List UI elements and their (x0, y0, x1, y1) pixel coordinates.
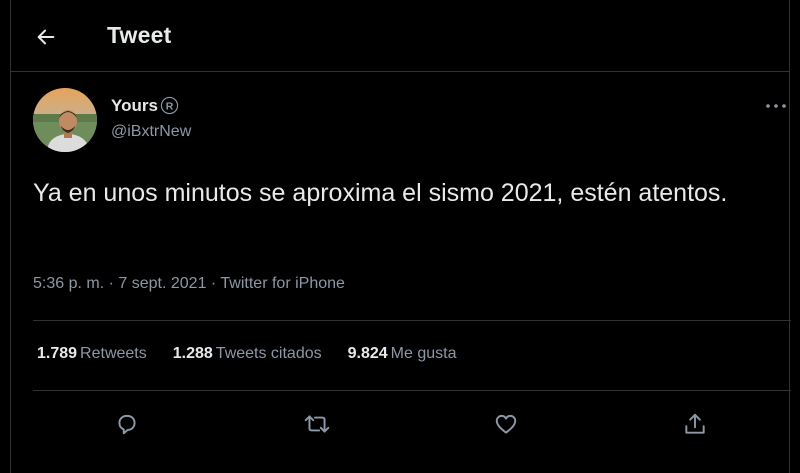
quotes-count: 1.288 (172, 345, 213, 362)
likes-count: 9.824 (347, 345, 388, 362)
page-title: Tweet (107, 22, 172, 48)
tweet-detail-panel: Tweet Yours R @iBxtrNew Ya en unos minut… (10, 0, 791, 473)
likes-label: Me gusta (390, 345, 457, 362)
back-button[interactable] (29, 20, 63, 54)
tweet-stats: 1.789 Retweets 1.288 Tweets citados 9.824 M… (37, 345, 482, 363)
tweet-text: Ya en unos minutos se aproxima el sismo … (33, 179, 728, 207)
reply-icon (118, 414, 136, 435)
retweets-label: Retweets (80, 345, 147, 362)
tweet-source[interactable]: Twitter for iPhone (220, 275, 345, 292)
retweet-button[interactable] (301, 408, 333, 440)
meta-separator: · (108, 275, 114, 292)
like-icon (495, 414, 517, 434)
avatar-image (33, 88, 97, 152)
more-dots-icon (766, 104, 786, 108)
meta-separator: · (210, 275, 217, 292)
divider (33, 320, 791, 321)
page-header: Tweet (11, 0, 789, 72)
more-button[interactable] (763, 96, 789, 116)
tweet-date[interactable]: 7 sept. 2021 (118, 275, 206, 292)
svg-text:R: R (166, 101, 174, 112)
retweet-icon (304, 415, 330, 433)
tweet-time[interactable]: 5:36 p. m. (33, 275, 104, 292)
like-button[interactable] (490, 408, 522, 440)
share-icon (685, 413, 705, 434)
display-name-text: Yours (111, 96, 158, 115)
display-name[interactable]: Yours R (111, 96, 179, 116)
tweet-meta: 5:36 p. m. · 7 sept. 2021 · Twitter for … (33, 275, 345, 293)
share-button[interactable] (679, 408, 711, 440)
avatar[interactable] (33, 88, 97, 152)
divider (33, 390, 791, 391)
retweets-count: 1.789 (37, 345, 78, 362)
retweets-stat[interactable]: 1.789 Retweets (37, 345, 147, 363)
likes-stat[interactable]: 9.824 Me gusta (348, 345, 457, 363)
quote-tweets-stat[interactable]: 1.288 Tweets citados (173, 345, 322, 363)
reply-button[interactable] (111, 408, 143, 440)
registered-mark-icon: R (160, 96, 179, 115)
arrow-left-icon (37, 29, 55, 45)
quotes-label: Tweets citados (215, 345, 322, 362)
user-handle[interactable]: @iBxtrNew (111, 123, 191, 141)
